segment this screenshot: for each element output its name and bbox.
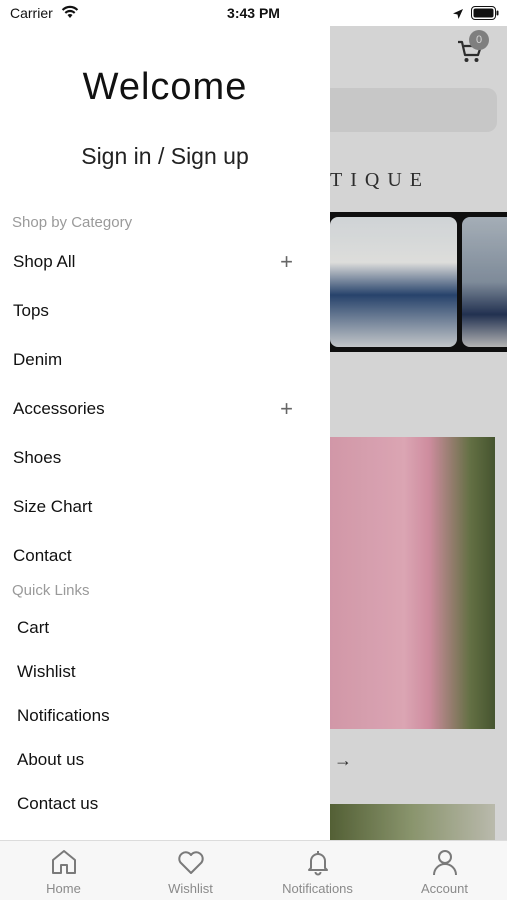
quick-link-contact-us[interactable]: Contact us	[17, 794, 98, 814]
heart-icon	[177, 851, 204, 874]
category-label: Shop All	[13, 252, 76, 271]
tab-label: Home	[46, 881, 81, 896]
category-item-size-chart[interactable]: Size Chart	[13, 497, 313, 517]
category-label: Size Chart	[13, 497, 93, 516]
battery-icon	[471, 6, 499, 25]
location-arrow-icon	[452, 7, 464, 25]
quick-link-cart[interactable]: Cart	[17, 618, 49, 638]
tab-notifications[interactable]: Notifications	[254, 847, 381, 896]
status-time: 3:43 PM	[227, 5, 280, 21]
status-bar: Carrier 3:43 PM	[0, 0, 507, 26]
bell-icon	[307, 851, 328, 876]
home-icon	[51, 850, 76, 874]
tab-label: Wishlist	[168, 881, 213, 896]
category-label: Accessories	[13, 399, 105, 418]
tab-home[interactable]: Home	[0, 847, 127, 896]
tab-account[interactable]: Account	[381, 847, 507, 896]
bottom-tab-bar: Home Wishlist Notifications Account	[0, 840, 507, 900]
category-label: Contact	[13, 546, 72, 565]
quick-links-heading: Quick Links	[12, 582, 90, 599]
category-item-contact[interactable]: Contact	[13, 546, 313, 566]
category-item-tops[interactable]: Tops	[13, 301, 313, 321]
side-drawer: Welcome Sign in / Sign up Shop by Catego…	[0, 26, 330, 840]
category-item-shoes[interactable]: Shoes	[13, 448, 313, 468]
category-label: Shoes	[13, 448, 62, 467]
tab-label: Account	[421, 881, 468, 896]
category-item-shop-all[interactable]: Shop All +	[13, 249, 313, 275]
plus-icon[interactable]: +	[280, 396, 293, 422]
category-heading: Shop by Category	[12, 214, 133, 231]
person-icon	[432, 850, 457, 876]
welcome-heading: Welcome	[82, 66, 248, 108]
quick-link-about-us[interactable]: About us	[17, 750, 84, 770]
category-label: Denim	[13, 350, 63, 369]
tab-label: Notifications	[282, 881, 353, 896]
quick-link-notifications[interactable]: Notifications	[17, 706, 110, 726]
quick-link-wishlist[interactable]: Wishlist	[17, 662, 76, 682]
signin-link[interactable]: Sign in / Sign up	[0, 143, 330, 170]
tab-wishlist[interactable]: Wishlist	[127, 847, 254, 896]
category-item-accessories[interactable]: Accessories +	[13, 396, 313, 422]
category-item-denim[interactable]: Denim	[13, 350, 313, 370]
category-label: Tops	[13, 301, 49, 320]
plus-icon[interactable]: +	[280, 249, 293, 275]
